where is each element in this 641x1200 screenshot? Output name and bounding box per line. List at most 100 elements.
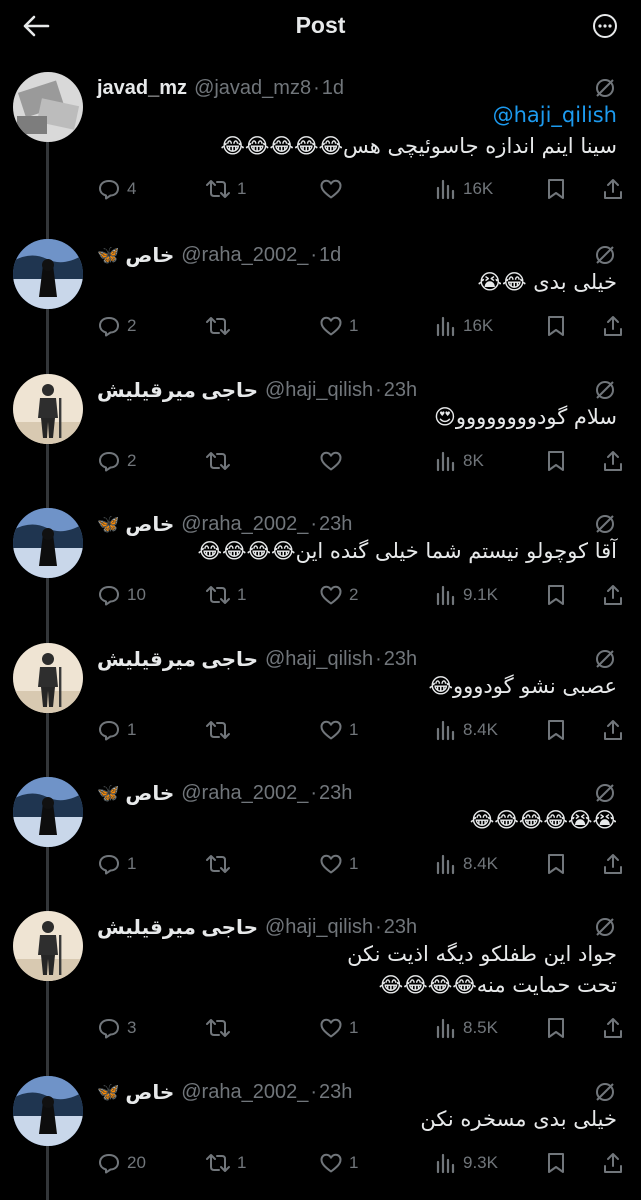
reply-button[interactable]: 3 bbox=[97, 1013, 136, 1043]
user-handle[interactable]: @javad_mz8 bbox=[194, 77, 311, 100]
repost-button[interactable] bbox=[205, 849, 237, 879]
share-button[interactable] bbox=[601, 1013, 625, 1043]
user-handle[interactable]: @haji_qilish bbox=[265, 648, 373, 671]
share-button[interactable] bbox=[601, 1148, 625, 1178]
bookmark-button[interactable] bbox=[545, 1013, 567, 1043]
like-button[interactable] bbox=[319, 446, 349, 476]
bookmark-button[interactable] bbox=[545, 1148, 567, 1178]
repost-count: 1 bbox=[237, 585, 247, 604]
display-name[interactable]: خاص bbox=[125, 243, 174, 268]
avatar[interactable] bbox=[13, 508, 83, 578]
reply-post[interactable]: حاجی میرقیلیش @haji_qilish · 23h عصبی نشو گو… bbox=[0, 643, 641, 763]
bookmark-button[interactable] bbox=[545, 446, 567, 476]
reply-button[interactable]: 2 bbox=[97, 311, 136, 341]
display-name[interactable]: خاص bbox=[125, 1080, 174, 1105]
grok-icon[interactable] bbox=[593, 243, 617, 267]
reply-post[interactable]: 🦋 خاص @raha_2002_ · 23h 😭😭😂😂😂😂 1 1 8.4K bbox=[0, 777, 641, 897]
grok-icon[interactable] bbox=[593, 915, 617, 939]
repost-button[interactable]: 1 bbox=[205, 1148, 246, 1178]
repost-button[interactable] bbox=[205, 311, 237, 341]
post-time[interactable]: 23h bbox=[384, 916, 417, 939]
like-icon bbox=[319, 314, 343, 338]
reply-post[interactable]: حاجی میرقیلیش @haji_qilish · 23h جواد این طف… bbox=[0, 911, 641, 1039]
avatar[interactable] bbox=[13, 239, 83, 309]
views-button[interactable]: 16K bbox=[433, 174, 493, 204]
grok-icon[interactable] bbox=[593, 1080, 617, 1104]
reply-button[interactable]: 4 bbox=[97, 174, 136, 204]
bookmark-button[interactable] bbox=[545, 580, 567, 610]
reply-button[interactable]: 10 bbox=[97, 580, 146, 610]
views-button[interactable]: 16K bbox=[433, 311, 493, 341]
bookmark-button[interactable] bbox=[545, 849, 567, 879]
like-button[interactable]: 1 bbox=[319, 1148, 358, 1178]
post-time[interactable]: 23h bbox=[319, 1081, 352, 1104]
views-button[interactable]: 9.3K bbox=[433, 1148, 498, 1178]
mention-link[interactable]: @haji_qilish bbox=[493, 100, 617, 131]
user-handle[interactable]: @raha_2002_ bbox=[181, 513, 308, 536]
display-name[interactable]: خاص bbox=[125, 512, 174, 537]
grok-icon[interactable] bbox=[593, 781, 617, 805]
bookmark-button[interactable] bbox=[545, 174, 567, 204]
avatar[interactable] bbox=[13, 1076, 83, 1146]
repost-button[interactable] bbox=[205, 446, 237, 476]
avatar[interactable] bbox=[13, 911, 83, 981]
share-button[interactable] bbox=[601, 174, 625, 204]
reply-post[interactable]: حاجی میرقیلیش @haji_qilish · 23h سلام گودووو… bbox=[0, 374, 641, 494]
grok-icon[interactable] bbox=[593, 76, 617, 100]
views-button[interactable]: 8.4K bbox=[433, 715, 498, 745]
reply-button[interactable]: 1 bbox=[97, 715, 136, 745]
post-time[interactable]: 23h bbox=[319, 782, 352, 805]
display-name[interactable]: javad_mz bbox=[97, 77, 187, 100]
like-button[interactable]: 2 bbox=[319, 580, 358, 610]
repost-button[interactable]: 1 bbox=[205, 580, 246, 610]
display-name[interactable]: حاجی میرقیلیش bbox=[97, 915, 258, 940]
user-handle[interactable]: @raha_2002_ bbox=[181, 1081, 308, 1104]
share-button[interactable] bbox=[601, 311, 625, 341]
views-button[interactable]: 9.1K bbox=[433, 580, 498, 610]
share-button[interactable] bbox=[601, 580, 625, 610]
bookmark-button[interactable] bbox=[545, 311, 567, 341]
like-button[interactable]: 1 bbox=[319, 1013, 358, 1043]
avatar[interactable] bbox=[13, 643, 83, 713]
display-name[interactable]: خاص bbox=[125, 781, 174, 806]
more-button[interactable] bbox=[587, 10, 623, 42]
bookmark-button[interactable] bbox=[545, 715, 567, 745]
repost-button[interactable]: 1 bbox=[205, 174, 246, 204]
like-button[interactable]: 1 bbox=[319, 849, 358, 879]
grok-icon[interactable] bbox=[593, 378, 617, 402]
avatar[interactable] bbox=[13, 777, 83, 847]
avatar[interactable] bbox=[13, 374, 83, 444]
user-handle[interactable]: @haji_qilish bbox=[265, 916, 373, 939]
grok-icon[interactable] bbox=[593, 512, 617, 536]
user-handle[interactable]: @raha_2002_ bbox=[181, 782, 308, 805]
display-name[interactable]: حاجی میرقیلیش bbox=[97, 647, 258, 672]
share-button[interactable] bbox=[601, 715, 625, 745]
like-button[interactable] bbox=[319, 174, 349, 204]
reply-post[interactable]: 🦋 خاص @raha_2002_ · 23h آقا کوچولو نیستم شما … bbox=[0, 508, 641, 628]
post-time[interactable]: 23h bbox=[384, 379, 417, 402]
views-button[interactable]: 8K bbox=[433, 446, 484, 476]
user-handle[interactable]: @haji_qilish bbox=[265, 379, 373, 402]
reply-button[interactable]: 2 bbox=[97, 446, 136, 476]
reply-post[interactable]: javad_mz @javad_mz8 · 1d @haji_qilish سینا ای… bbox=[0, 72, 641, 200]
post-time[interactable]: 23h bbox=[319, 513, 352, 536]
grok-icon[interactable] bbox=[593, 647, 617, 671]
like-button[interactable]: 1 bbox=[319, 311, 358, 341]
repost-button[interactable] bbox=[205, 715, 237, 745]
post-time[interactable]: 1d bbox=[319, 244, 341, 267]
reply-post[interactable]: 🦋 خاص @raha_2002_ · 1d خیلی بدی 😂😭 2 1 16K bbox=[0, 239, 641, 359]
share-button[interactable] bbox=[601, 446, 625, 476]
share-button[interactable] bbox=[601, 849, 625, 879]
post-time[interactable]: 23h bbox=[384, 648, 417, 671]
reply-button[interactable]: 20 bbox=[97, 1148, 146, 1178]
repost-button[interactable] bbox=[205, 1013, 237, 1043]
like-button[interactable]: 1 bbox=[319, 715, 358, 745]
avatar[interactable] bbox=[13, 72, 83, 142]
reply-post[interactable]: 🦋 خاص @raha_2002_ · 23h خیلی بدی مسخره نکن 20 1… bbox=[0, 1076, 641, 1196]
views-button[interactable]: 8.4K bbox=[433, 849, 498, 879]
user-handle[interactable]: @raha_2002_ bbox=[181, 244, 308, 267]
reply-button[interactable]: 1 bbox=[97, 849, 136, 879]
display-name[interactable]: حاجی میرقیلیش bbox=[97, 378, 258, 403]
post-time[interactable]: 1d bbox=[322, 77, 344, 100]
views-button[interactable]: 8.5K bbox=[433, 1013, 498, 1043]
